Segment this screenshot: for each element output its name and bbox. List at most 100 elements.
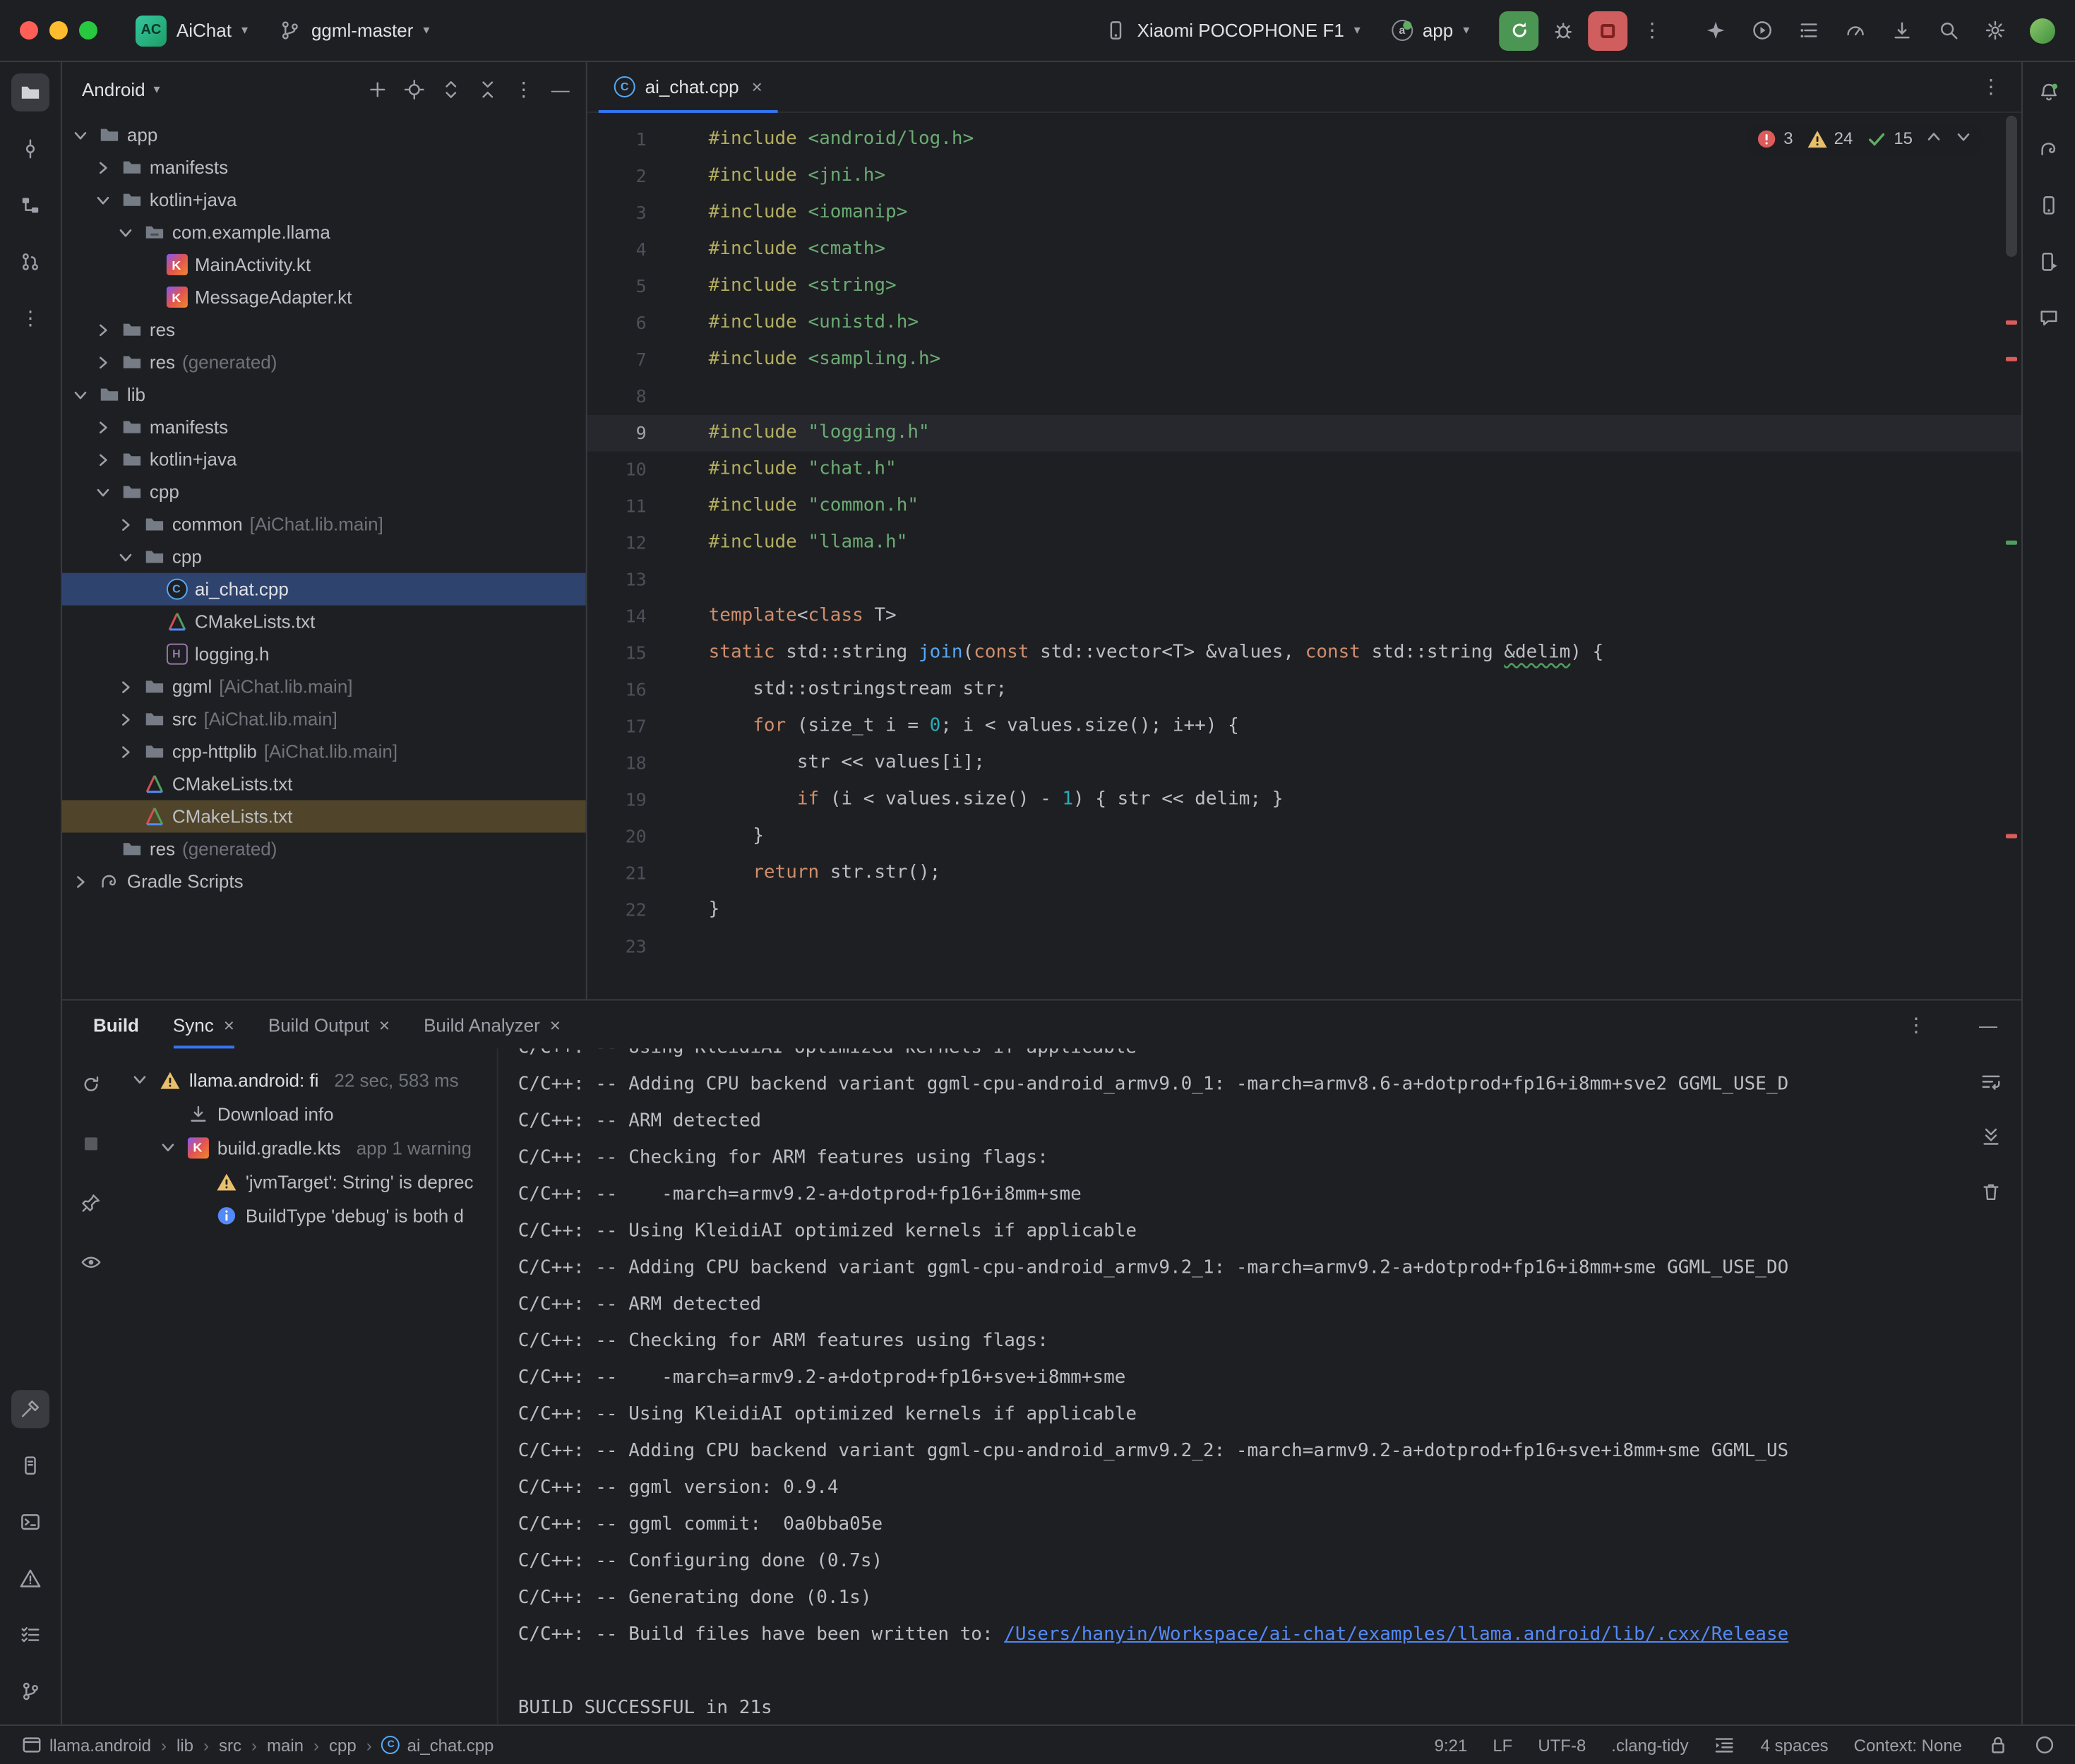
code-line[interactable]: 6#include <unistd.h>: [587, 305, 2021, 342]
project-tree-item[interactable]: kotlin+java: [62, 184, 586, 216]
zoom-window-button[interactable]: [79, 21, 97, 40]
inspections-widget[interactable]: 3 24 15: [1745, 123, 1982, 154]
code-line[interactable]: 7#include <sampling.h>: [587, 342, 2021, 378]
breadcrumb-item[interactable]: Cai_chat.cpp: [382, 1735, 494, 1755]
build-tool-button[interactable]: [11, 1390, 49, 1428]
code-line[interactable]: 23: [587, 928, 2021, 965]
breadcrumb-item[interactable]: llama.android: [20, 1734, 151, 1756]
line-ending-indicator[interactable]: LF: [1493, 1735, 1512, 1755]
code-line[interactable]: 10#include "chat.h": [587, 452, 2021, 488]
code-line[interactable]: 2#include <jni.h>: [587, 158, 2021, 195]
expand-all-button[interactable]: [433, 72, 467, 106]
build-tree-item[interactable]: BuildType 'debug' is both d: [119, 1198, 497, 1232]
project-tree-item[interactable]: Cai_chat.cpp: [62, 573, 586, 606]
project-tree-item[interactable]: cpp-httplib [AiChat.lib.main]: [62, 736, 586, 768]
close-tab-icon[interactable]: ×: [752, 76, 763, 97]
editor-scrollbar[interactable]: [2002, 113, 2021, 999]
profiler-button[interactable]: [1836, 11, 1874, 49]
run-anything-button[interactable]: [1743, 11, 1781, 49]
code-line[interactable]: 3#include <iomanip>: [587, 195, 2021, 232]
project-selector[interactable]: AC AiChat ▾: [123, 9, 261, 52]
search-everywhere-button[interactable]: [1930, 11, 1968, 49]
code-line[interactable]: 12#include "llama.h": [587, 525, 2021, 562]
app-insights-tool-button[interactable]: [2030, 299, 2068, 337]
project-tree-item[interactable]: Gradle Scripts: [62, 865, 586, 898]
build-panel-options-button[interactable]: ⋮: [1897, 1005, 1935, 1043]
ai-assistant-button[interactable]: [1697, 11, 1735, 49]
project-tree-item[interactable]: res (generated): [62, 346, 586, 378]
project-tree-item[interactable]: CMakeLists.txt: [62, 800, 586, 833]
cursor-position[interactable]: 9:21: [1435, 1735, 1468, 1755]
breadcrumb-item[interactable]: lib: [177, 1735, 193, 1755]
add-button[interactable]: [360, 72, 394, 106]
structure-tool-button[interactable]: [11, 186, 49, 224]
build-tree-item[interactable]: Download info: [119, 1096, 497, 1130]
running-devices-tool-button[interactable]: [2030, 243, 2068, 281]
more-button[interactable]: ⋮: [507, 72, 541, 106]
next-problem-button[interactable]: [1955, 128, 1972, 149]
build-tree-item[interactable]: 'jvmTarget': String' is deprec: [119, 1164, 497, 1198]
code-line[interactable]: 20 }: [587, 819, 2021, 856]
run-configuration-selector[interactable]: a app ▾: [1379, 9, 1482, 52]
project-tool-button[interactable]: [11, 73, 49, 112]
code-line[interactable]: 5#include <string>: [587, 268, 2021, 305]
project-tree-item[interactable]: KMainActivity.kt: [62, 248, 586, 281]
project-tree-item[interactable]: manifests: [62, 151, 586, 184]
problems-tool-button[interactable]: [11, 1559, 49, 1597]
stripe-mark[interactable]: [2006, 834, 2017, 839]
project-tree-item[interactable]: common [AiChat.lib.main]: [62, 508, 586, 541]
encoding-indicator[interactable]: UTF-8: [1538, 1735, 1586, 1755]
editor-tab[interactable]: C ai_chat.cpp ×: [599, 62, 778, 112]
breadcrumb-item[interactable]: cpp: [329, 1735, 357, 1755]
soft-wrap-button[interactable]: [1972, 1062, 2010, 1100]
scrollbar-thumb[interactable]: [2006, 116, 2017, 257]
device-manager-tool-button[interactable]: [2030, 186, 2068, 224]
hide-build-panel-button[interactable]: —: [1969, 1005, 2007, 1043]
close-window-button[interactable]: [20, 21, 38, 40]
project-tree-item[interactable]: manifests: [62, 411, 586, 443]
build-tree-item[interactable]: llama.android: fi22 sec, 583 ms: [119, 1062, 497, 1096]
collapse-all-button[interactable]: [470, 72, 504, 106]
commit-tool-button[interactable]: [11, 130, 49, 168]
code-line[interactable]: 21 return str.str();: [587, 856, 2021, 892]
code-line[interactable]: 22}: [587, 892, 2021, 928]
project-tree-item[interactable]: Hlogging.h: [62, 638, 586, 671]
minimize-window-button[interactable]: [49, 21, 68, 40]
project-tree-item[interactable]: CMakeLists.txt: [62, 768, 586, 800]
build-tree-item[interactable]: Kbuild.gradle.ktsapp 1 warning: [119, 1130, 497, 1164]
close-tab-icon[interactable]: ×: [550, 1014, 561, 1035]
structure-tool-button[interactable]: [1790, 11, 1828, 49]
hide-button[interactable]: —: [544, 72, 578, 106]
stop-button[interactable]: [71, 1124, 109, 1163]
notifications-tool-button[interactable]: [2030, 73, 2068, 112]
prev-problem-button[interactable]: [1925, 128, 1942, 149]
user-avatar[interactable]: [2023, 11, 2061, 49]
notification-indicator-icon[interactable]: [2034, 1734, 2055, 1756]
project-tree-item[interactable]: cpp: [62, 476, 586, 508]
settings-button[interactable]: [1976, 11, 2014, 49]
project-tree-item[interactable]: ggml [AiChat.lib.main]: [62, 671, 586, 703]
build-tab-build-output[interactable]: Build Output×: [268, 1000, 390, 1048]
code-line[interactable]: 11#include "common.h": [587, 488, 2021, 525]
build-tab-sync[interactable]: Sync×: [173, 1000, 234, 1048]
close-tab-icon[interactable]: ×: [224, 1014, 234, 1035]
linter-indicator[interactable]: .clang-tidy: [1611, 1735, 1688, 1755]
code-line[interactable]: 4#include <cmath>: [587, 232, 2021, 268]
version-control-tool-button[interactable]: [11, 1672, 49, 1710]
device-selector[interactable]: Xiaomi POCOPHONE F1 ▾: [1092, 9, 1373, 52]
project-tree-item[interactable]: cpp: [62, 541, 586, 573]
project-tree-item[interactable]: com.example.llama: [62, 216, 586, 248]
project-tree-item[interactable]: CMakeLists.txt: [62, 606, 586, 638]
build-console[interactable]: C/C++: -- Using KleidiAI optimized kerne…: [497, 1048, 2021, 1724]
project-view-selector[interactable]: Android: [82, 78, 145, 100]
build-output-link[interactable]: /Users/hanyin/Workspace/ai-chat/examples…: [1004, 1624, 1788, 1645]
terminal-tool-button[interactable]: [11, 1503, 49, 1541]
build-tab-build-analyzer[interactable]: Build Analyzer×: [424, 1000, 561, 1048]
code-line[interactable]: 17 for (size_t i = 0; i < values.size();…: [587, 709, 2021, 745]
code-line[interactable]: 14template<class T>: [587, 599, 2021, 635]
project-tree-item[interactable]: kotlin+java: [62, 443, 586, 476]
vcs-update-button[interactable]: [1883, 11, 1921, 49]
debug-button[interactable]: [1544, 11, 1582, 49]
breadcrumb-item[interactable]: main: [267, 1735, 304, 1755]
project-tree-item[interactable]: res (generated): [62, 833, 586, 865]
